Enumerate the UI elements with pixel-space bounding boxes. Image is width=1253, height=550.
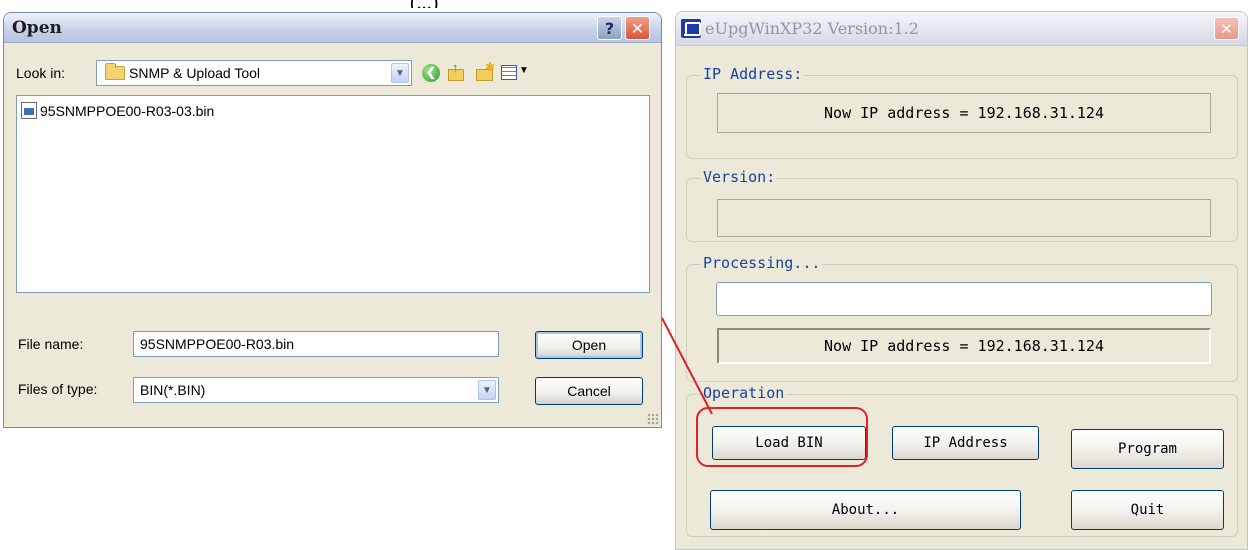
files-of-type-value: BIN(*.BIN) bbox=[140, 382, 206, 398]
resize-grip-icon[interactable] bbox=[647, 413, 659, 425]
ip-address-group: IP Address: Now IP address = 192.168.31.… bbox=[686, 65, 1238, 159]
chevron-down-icon[interactable]: ▼ bbox=[391, 63, 409, 83]
close-icon: ✕ bbox=[630, 18, 645, 38]
file-list[interactable]: 95SNMPPOE00-R03-03.bin bbox=[16, 95, 650, 293]
file-name-label: File name: bbox=[18, 336, 84, 352]
file-name-input[interactable] bbox=[133, 331, 499, 357]
files-of-type-dropdown[interactable]: BIN(*.BIN) ▼ bbox=[133, 377, 499, 403]
close-icon: ✕ bbox=[1220, 19, 1233, 38]
view-menu-icon[interactable]: ▼ bbox=[500, 63, 530, 83]
annotation-highlight bbox=[696, 407, 868, 467]
help-icon: ? bbox=[604, 18, 615, 38]
processing-group: Processing... Now IP address = 192.168.3… bbox=[686, 254, 1238, 382]
eupg-close-button[interactable]: ✕ bbox=[1214, 17, 1239, 40]
list-item[interactable]: 95SNMPPOE00-R03-03.bin bbox=[21, 102, 214, 119]
files-of-type-label: Files of type: bbox=[18, 381, 98, 397]
cancel-button[interactable]: Cancel bbox=[535, 377, 643, 405]
chevron-down-icon[interactable]: ▼ bbox=[478, 380, 496, 400]
progress-bar bbox=[716, 282, 1212, 316]
ip-address-display: Now IP address = 192.168.31.124 bbox=[717, 93, 1211, 133]
open-button[interactable]: Open bbox=[535, 331, 643, 359]
help-button[interactable]: ? bbox=[597, 16, 622, 40]
ip-address-button[interactable]: IP Address bbox=[892, 426, 1039, 460]
app-icon bbox=[681, 19, 701, 38]
processing-group-label: Processing... bbox=[701, 254, 823, 272]
version-display bbox=[717, 199, 1211, 237]
open-dialog-titlebar[interactable]: Open ? ✕ bbox=[4, 13, 661, 43]
quit-button[interactable]: Quit bbox=[1071, 490, 1224, 530]
caption-fragment: (...) bbox=[410, 0, 470, 8]
folder-icon bbox=[105, 63, 125, 80]
new-folder-icon[interactable]: ✱ bbox=[474, 60, 496, 83]
close-button[interactable]: ✕ bbox=[625, 16, 650, 40]
operation-group-label: Operation bbox=[701, 384, 787, 402]
eupg-window: eUpgWinXP32 Version:1.2 ✕ IP Address: No… bbox=[675, 11, 1248, 550]
look-in-value: SNMP & Upload Tool bbox=[129, 65, 260, 81]
version-group: Version: bbox=[686, 168, 1238, 242]
open-dialog: Open ? ✕ Look in: SNMP & Upload Tool ▼ ↑… bbox=[3, 12, 662, 428]
up-folder-icon[interactable]: ↑ bbox=[446, 60, 468, 83]
open-dialog-title: Open bbox=[12, 18, 62, 38]
file-name: 95SNMPPOE00-R03-03.bin bbox=[40, 102, 215, 119]
eupg-window-title: eUpgWinXP32 Version:1.2 bbox=[705, 19, 919, 38]
eupg-titlebar[interactable]: eUpgWinXP32 Version:1.2 ✕ bbox=[676, 12, 1247, 46]
program-button[interactable]: Program bbox=[1071, 429, 1224, 469]
look-in-label: Look in: bbox=[16, 65, 66, 81]
processing-status: Now IP address = 192.168.31.124 bbox=[717, 328, 1211, 364]
look-in-dropdown[interactable]: SNMP & Upload Tool ▼ bbox=[96, 60, 412, 86]
ip-address-group-label: IP Address: bbox=[701, 65, 805, 83]
back-icon[interactable] bbox=[420, 63, 442, 83]
bin-file-icon bbox=[21, 102, 37, 119]
about-button[interactable]: About... bbox=[710, 490, 1021, 530]
version-group-label: Version: bbox=[701, 168, 778, 186]
